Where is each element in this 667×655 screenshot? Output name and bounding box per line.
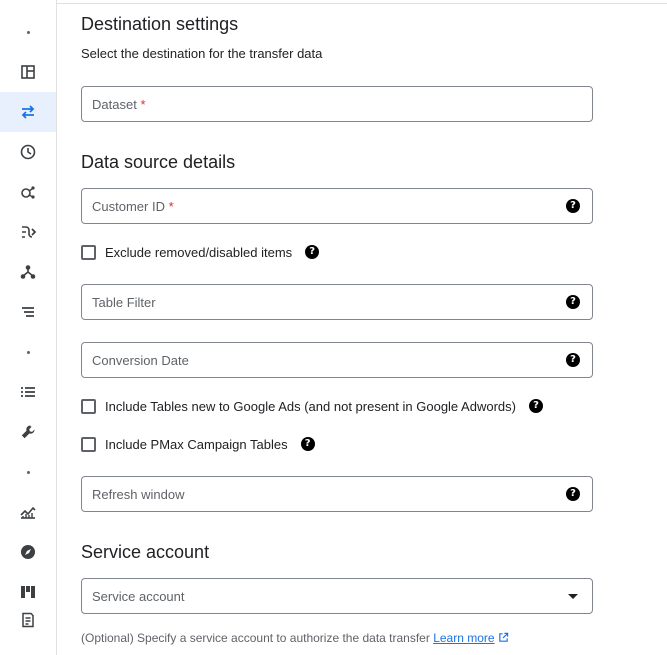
rail-item-overview[interactable] [0, 52, 56, 92]
grid-icon [21, 586, 35, 598]
conversion-date-field[interactable]: Conversion Date ? [81, 342, 593, 378]
rail-dot-3 [0, 452, 56, 492]
customer-id-label: Customer ID * [92, 199, 174, 214]
help-icon[interactable]: ? [528, 399, 543, 413]
chevron-down-icon [568, 594, 578, 599]
top-divider [57, 3, 667, 4]
help-icon[interactable]: ? [566, 199, 580, 213]
rail-item-scheduled-queries[interactable] [0, 132, 56, 172]
dot-icon [26, 470, 30, 474]
include-pmax-checkbox[interactable] [81, 436, 96, 452]
table-filter-field[interactable]: Table Filter ? [81, 284, 593, 320]
rail-dot-2 [0, 332, 56, 372]
help-icon[interactable]: ? [300, 437, 315, 451]
rail-item-graph[interactable] [0, 252, 56, 292]
help-icon[interactable]: ? [566, 295, 580, 309]
conversion-date-label: Conversion Date [92, 353, 189, 368]
rail-item-analytics-hub[interactable] [0, 172, 56, 212]
refresh-window-field[interactable]: Refresh window ? [81, 476, 593, 512]
include-new-tables-row: Include Tables new to Google Ads (and no… [81, 396, 543, 416]
rail-item-dataform[interactable] [0, 292, 56, 332]
compass-icon [21, 545, 35, 559]
dashboard-icon [21, 65, 35, 79]
exclude-removed-row: Exclude removed/disabled items ? [81, 242, 320, 262]
service-account-note: (Optional) Specify a service account to … [81, 631, 509, 645]
rail-item-jobs[interactable] [0, 372, 56, 412]
exclude-removed-checkbox[interactable] [81, 244, 96, 260]
table-filter-label: Table Filter [92, 295, 156, 310]
learn-more-link[interactable]: Learn more [433, 631, 508, 645]
navigation-rail [0, 0, 57, 655]
include-new-tables-checkbox[interactable] [81, 398, 96, 414]
customer-id-field[interactable]: Customer ID * ? [81, 188, 593, 224]
rail-item-explore[interactable] [0, 532, 56, 572]
schedule-icon [20, 144, 36, 160]
exclude-removed-label: Exclude removed/disabled items [105, 244, 293, 260]
queue-icon [21, 387, 35, 397]
transfers-icon [21, 105, 35, 119]
destination-settings-heading: Destination settings [81, 14, 239, 34]
refresh-window-label: Refresh window [92, 487, 185, 502]
rail-dot-1 [0, 12, 56, 52]
data-source-details-heading: Data source details [81, 152, 236, 172]
notes-icon [22, 612, 34, 628]
external-link-icon [498, 632, 508, 642]
include-pmax-label: Include PMax Campaign Tables [105, 436, 288, 452]
dot-icon [26, 30, 30, 34]
help-icon[interactable]: ? [305, 245, 320, 259]
dataset-field[interactable]: Dataset * [81, 86, 593, 122]
include-new-tables-label: Include Tables new to Google Ads (and no… [105, 398, 516, 414]
required-mark: * [140, 97, 146, 112]
rail-item-release-notes[interactable] [0, 600, 56, 640]
help-icon[interactable]: ? [566, 353, 580, 367]
graph-icon [20, 265, 36, 279]
rail-item-tools[interactable] [0, 412, 56, 452]
monitoring-icon [20, 506, 36, 519]
analytics-hub-icon [21, 186, 35, 199]
service-account-select[interactable]: Service account [81, 578, 593, 614]
rail-item-monitoring[interactable] [0, 492, 56, 532]
dataset-label: Dataset * [92, 97, 146, 112]
help-icon[interactable]: ? [566, 487, 580, 501]
service-account-heading: Service account [81, 542, 210, 562]
wrench-icon [21, 425, 35, 439]
include-pmax-row: Include PMax Campaign Tables ? [81, 434, 315, 454]
list-icon [22, 307, 34, 317]
dot-icon [26, 350, 30, 354]
required-mark: * [168, 199, 174, 214]
service-account-label: Service account [92, 589, 185, 604]
destination-description: Select the destination for the transfer … [81, 46, 323, 61]
rail-item-pipelines[interactable] [0, 212, 56, 252]
pipeline-icon [22, 226, 37, 238]
rail-item-data-transfers[interactable] [0, 92, 56, 132]
